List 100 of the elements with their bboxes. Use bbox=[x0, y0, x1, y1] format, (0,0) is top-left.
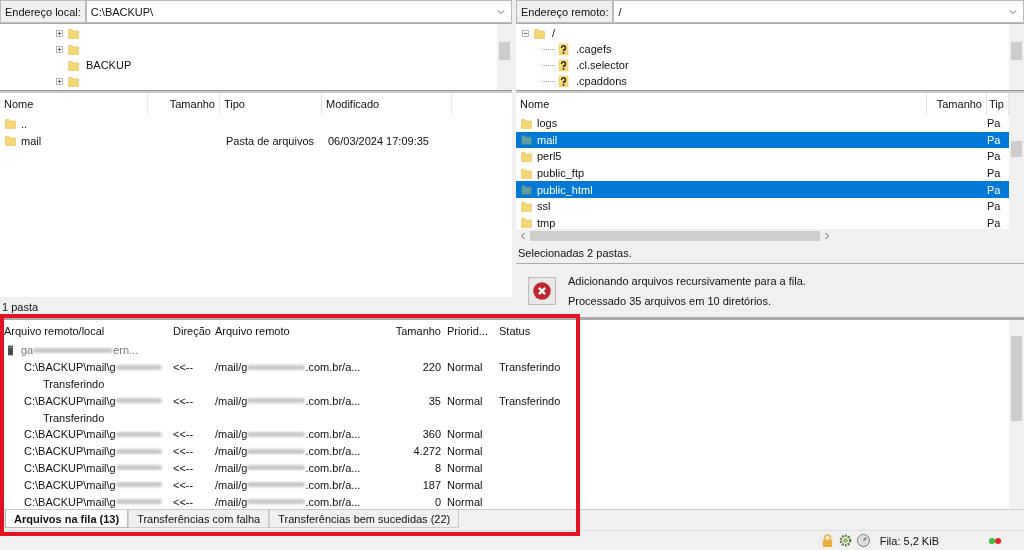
column-header[interactable]: Modificado bbox=[322, 93, 452, 115]
folder-label[interactable]: BACKUP bbox=[84, 59, 134, 71]
file-size: 220 bbox=[421, 361, 442, 374]
priority: Normal bbox=[446, 495, 484, 508]
file-size: 187 bbox=[421, 478, 442, 491]
vertical-scrollbar[interactable] bbox=[1009, 24, 1024, 90]
file-row[interactable]: perl5 Pa bbox=[516, 148, 1009, 165]
server-name: ern... bbox=[113, 344, 139, 357]
file-row[interactable]: logs Pa bbox=[516, 115, 1009, 132]
address-label: Endereço local: bbox=[0, 0, 86, 23]
file-modified: 06/03/2024 17:09:35 bbox=[328, 134, 429, 147]
remote-path: .com.br/a... bbox=[305, 428, 361, 441]
status-text: Selecionadas 2 pastas. bbox=[518, 247, 632, 259]
redaction-blur bbox=[247, 431, 306, 437]
address-field[interactable]: C:\BACKUP\ bbox=[85, 0, 512, 23]
file-size: 35 bbox=[427, 394, 442, 407]
address-field[interactable]: / bbox=[613, 0, 1024, 23]
redaction-blur bbox=[115, 499, 162, 505]
queue-tab[interactable]: Transferências bem sucedidas (22) bbox=[269, 510, 460, 528]
file-row[interactable]: mail Pa bbox=[516, 131, 1009, 149]
folder-icon bbox=[67, 58, 80, 72]
folder-icon bbox=[520, 133, 533, 147]
vertical-scrollbar[interactable] bbox=[497, 24, 512, 90]
column-header[interactable]: Tamanho bbox=[387, 325, 445, 337]
folder-icon bbox=[67, 42, 80, 56]
queue-tab[interactable]: Transferências com falha bbox=[128, 510, 270, 528]
local-path: C:\BACKUP\mail\g bbox=[24, 478, 116, 491]
expand-icon bbox=[54, 75, 65, 87]
remote-path: .com.br/a... bbox=[305, 394, 361, 407]
message-text: Adicionando arquivos recursivamente para a fila. bbox=[568, 274, 806, 287]
speed-gauge-icon bbox=[855, 533, 871, 548]
file-row[interactable]: public_ftp Pa bbox=[516, 164, 1009, 182]
folder-icon bbox=[4, 134, 17, 147]
file-row[interactable]: ssl Pa bbox=[516, 197, 1009, 215]
file-size: 360 bbox=[421, 428, 442, 441]
folder-icon bbox=[67, 26, 80, 40]
priority: Normal bbox=[446, 478, 484, 491]
transfer-status: Transferindo bbox=[499, 394, 561, 407]
remote-path: .com.br/a... bbox=[305, 361, 361, 374]
file-size: 8 bbox=[433, 461, 442, 474]
column-header[interactable]: Nome bbox=[0, 93, 148, 115]
remote-path: /mail/g bbox=[215, 461, 248, 474]
transfer-direction: <<-- bbox=[172, 495, 195, 508]
redaction-blur bbox=[247, 499, 306, 505]
redaction-blur bbox=[115, 448, 162, 454]
folder-icon bbox=[67, 74, 80, 88]
folder-label[interactable]: .cpaddons bbox=[574, 75, 629, 87]
priority: Normal bbox=[446, 394, 484, 407]
column-header[interactable]: Arquivo remoto/local bbox=[4, 325, 165, 337]
remote-path: /mail/g bbox=[215, 428, 248, 441]
file-size: 0 bbox=[433, 495, 442, 508]
remote-path: /mail/g bbox=[215, 478, 248, 491]
redaction-blur bbox=[247, 398, 306, 404]
transfer-direction: <<-- bbox=[172, 445, 195, 458]
redaction-blur bbox=[115, 465, 162, 471]
collapse-icon bbox=[520, 27, 531, 39]
column-header[interactable]: Status bbox=[499, 325, 589, 337]
local-path: C:\BACKUP\mail\g bbox=[24, 495, 116, 508]
local-path: C:\BACKUP\mail\g bbox=[24, 361, 116, 374]
column-header[interactable]: Tipo bbox=[220, 93, 322, 115]
file-row[interactable]: tmp Pa bbox=[516, 214, 1009, 229]
queue-tab[interactable]: Arquivos na fila (13) bbox=[5, 510, 129, 528]
column-header[interactable]: Tamanho bbox=[148, 93, 220, 115]
address-label: Endereço remoto: bbox=[516, 0, 614, 23]
redaction-blur bbox=[247, 465, 306, 471]
folder-icon bbox=[520, 116, 533, 130]
folder-label[interactable]: / bbox=[550, 27, 558, 39]
transfer-direction: <<-- bbox=[172, 428, 195, 441]
redaction-blur bbox=[115, 482, 162, 488]
remote-path: /mail/g bbox=[215, 445, 248, 458]
priority: Normal bbox=[446, 361, 484, 374]
transfer-status: Transferindo bbox=[43, 378, 105, 390]
horizontal-scrollbar[interactable] bbox=[516, 229, 1024, 243]
redaction-blur bbox=[247, 448, 306, 454]
redaction-blur bbox=[115, 364, 162, 370]
message-text: Processado 35 arquivos em 10 diretórios. bbox=[568, 294, 772, 307]
column-header[interactable]: Arquivo remoto bbox=[215, 325, 387, 337]
queue-size: Fila: 5,2 KiB bbox=[879, 534, 939, 547]
folder-label[interactable]: .cl.selector bbox=[574, 59, 631, 71]
expand-icon bbox=[54, 43, 65, 55]
file-row[interactable]: public_html Pa bbox=[516, 181, 1009, 198]
vertical-scrollbar[interactable] bbox=[1009, 93, 1024, 229]
column-header[interactable]: Direção bbox=[165, 325, 215, 337]
server-name: ga bbox=[21, 344, 34, 357]
unknown-file-icon bbox=[557, 58, 570, 72]
transfer-direction: <<-- bbox=[172, 478, 195, 491]
remote-path: .com.br/a... bbox=[305, 445, 361, 458]
folder-icon bbox=[4, 117, 17, 130]
transfer-direction: <<-- bbox=[172, 394, 195, 407]
column-header[interactable]: Tamanho bbox=[927, 93, 987, 115]
file-name[interactable]: .. bbox=[21, 117, 28, 130]
column-header[interactable]: Nome bbox=[516, 93, 927, 115]
vertical-scrollbar[interactable] bbox=[1009, 320, 1024, 509]
unknown-file-icon bbox=[557, 74, 570, 88]
redaction-blur bbox=[247, 364, 306, 370]
folder-label[interactable]: .cagefs bbox=[574, 43, 614, 55]
file-name[interactable]: mail bbox=[21, 134, 42, 147]
folder-icon bbox=[533, 26, 546, 40]
column-header[interactable]: Priorid... bbox=[445, 325, 499, 337]
gear-icon bbox=[837, 533, 853, 548]
